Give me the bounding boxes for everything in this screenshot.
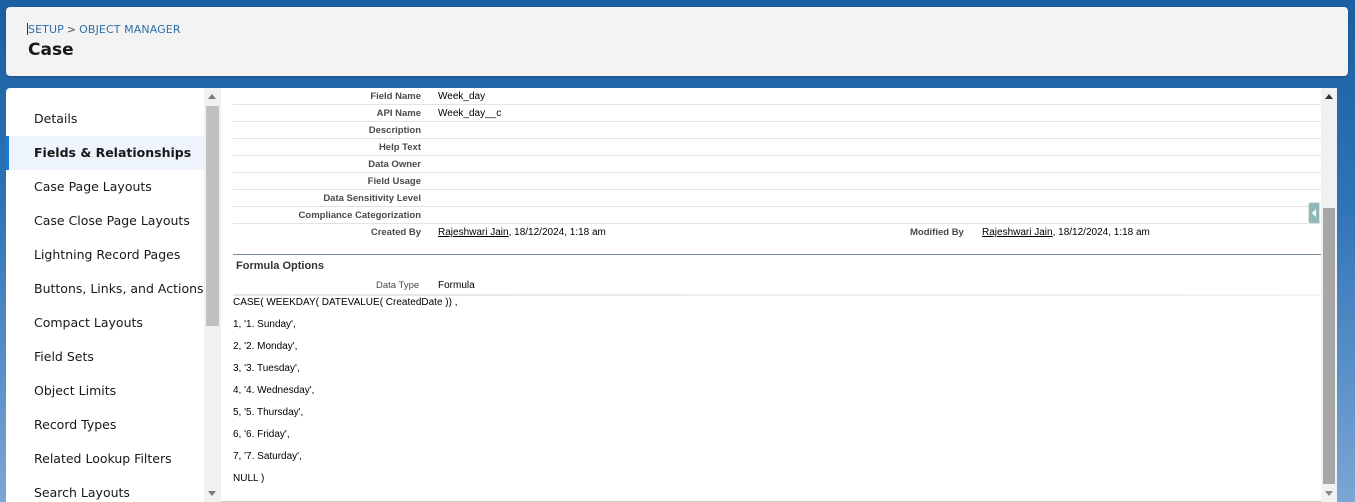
field-row-data-owner: Data Owner [233,156,1321,173]
collapse-panel-handle-icon[interactable] [1308,202,1320,224]
breadcrumb-object-manager[interactable]: OBJECT MANAGER [79,23,180,36]
modified-by-timestamp: , 18/12/2024, 1:18 am [1052,227,1150,238]
sidebar-item-case-page-layouts[interactable]: Case Page Layouts [6,170,204,204]
created-by-timestamp: , 18/12/2024, 1:18 am [508,227,606,238]
main-scrollbar[interactable] [1321,88,1337,502]
formula-line: 7, '7. Saturday', [233,451,302,462]
sidebar-scroll-thumb[interactable] [206,106,219,326]
scroll-up-arrow-icon[interactable] [1325,94,1333,99]
formula-line: NULL ) [233,473,265,484]
created-by-label: Created By [370,227,421,238]
formula-line: 5, '5. Thursday', [233,407,304,418]
field-value: Week_day__c [438,108,502,119]
breadcrumb: SETUP > OBJECT MANAGER [27,23,181,36]
field-info-table: Field Name Week_day API Name Week_day__c… [233,88,1321,248]
sidebar-scrollbar[interactable] [204,88,221,502]
field-label: Data Owner [368,159,421,170]
modified-by-label: Modified By [910,227,964,238]
row-divider [233,294,1321,296]
formula-line: CASE( WEEKDAY( DATEVALUE( CreatedDate ))… [233,297,458,308]
field-label: Help Text [378,142,421,153]
formula-line: 2, '2. Monday', [233,341,298,352]
field-row-description: Description [233,122,1321,139]
field-row-compliance: Compliance Categorization [233,207,1321,224]
sidebar: Details Fields & Relationships Case Page… [6,88,221,502]
sidebar-item-object-limits[interactable]: Object Limits [6,374,204,408]
modified-by-user-link[interactable]: Rajeshwari Jain [982,227,1053,238]
created-by-user-link[interactable]: Rajeshwari Jain [438,227,509,238]
sidebar-item-field-sets[interactable]: Field Sets [6,340,204,374]
page-header: SETUP > OBJECT MANAGER Case [6,7,1348,76]
field-label: Field Usage [367,176,421,187]
formula-options-title: Formula Options [236,260,324,272]
sidebar-item-details[interactable]: Details [6,102,204,136]
scroll-down-arrow-icon[interactable] [1325,491,1333,496]
field-label: Description [368,125,421,136]
sidebar-item-buttons-links-actions[interactable]: Buttons, Links, and Actions [6,272,204,306]
field-label: Data Sensitivity Level [323,193,421,204]
modified-by-value: Rajeshwari Jain, 18/12/2024, 1:18 am [982,227,1150,238]
created-by-value: Rajeshwari Jain, 18/12/2024, 1:18 am [438,227,606,238]
formula-line: 4, '4. Wednesday', [233,385,315,396]
sidebar-item-record-types[interactable]: Record Types [6,408,204,442]
formula-line: 6, '6. Friday', [233,429,290,440]
field-row-help-text: Help Text [233,139,1321,156]
breadcrumb-setup[interactable]: SETUP [28,23,64,36]
sidebar-item-case-close-page-layouts[interactable]: Case Close Page Layouts [6,204,204,238]
data-type-value: Formula [438,280,475,291]
field-row-created-modified: Created By Rajeshwari Jain, 18/12/2024, … [233,224,1321,248]
sidebar-item-fields-relationships[interactable]: Fields & Relationships [6,136,204,170]
field-row-field-name: Field Name Week_day [233,88,1321,105]
main-scroll-thumb[interactable] [1323,208,1335,484]
field-row-data-sensitivity: Data Sensitivity Level [233,190,1321,207]
data-type-label: Data Type [376,280,420,291]
field-row-field-usage: Field Usage [233,173,1321,190]
sidebar-item-search-layouts[interactable]: Search Layouts [6,476,204,502]
field-detail-panel: Field Name Week_day API Name Week_day__c… [221,88,1337,502]
field-label: API Name [376,108,421,119]
sidebar-list: Details Fields & Relationships Case Page… [6,102,204,502]
scroll-down-arrow-icon[interactable] [208,491,216,496]
formula-line: 1, '1. Sunday', [233,319,296,330]
section-divider [233,254,1321,255]
field-value: Week_day [438,91,486,102]
field-label: Field Name [370,91,421,102]
scroll-up-arrow-icon[interactable] [208,94,216,99]
sidebar-item-compact-layouts[interactable]: Compact Layouts [6,306,204,340]
page-title: Case [28,40,74,60]
formula-text: CASE( WEEKDAY( DATEVALUE( CreatedDate ))… [233,297,458,495]
sidebar-item-related-lookup-filters[interactable]: Related Lookup Filters [6,442,204,476]
field-label: Compliance Categorization [298,210,421,221]
breadcrumb-separator: > [66,23,77,36]
formula-line: 3, '3. Tuesday', [233,363,300,374]
field-row-api-name: API Name Week_day__c [233,105,1321,122]
sidebar-item-lightning-record-pages[interactable]: Lightning Record Pages [6,238,204,272]
